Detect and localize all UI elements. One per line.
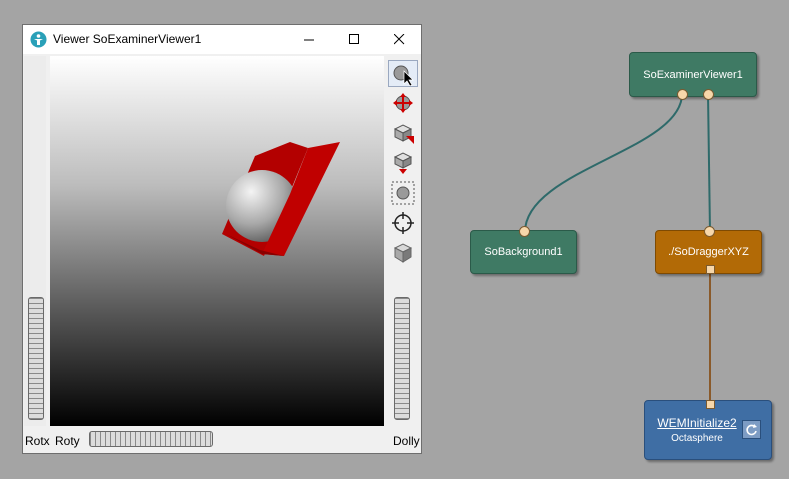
refresh-icon xyxy=(746,424,757,436)
node-label: SoBackground1 xyxy=(484,246,563,258)
viewer-input-port-2[interactable] xyxy=(703,89,714,100)
viewer-input-port-1[interactable] xyxy=(677,89,688,100)
dragger-input-port[interactable] xyxy=(706,265,715,274)
refresh-button[interactable] xyxy=(742,420,761,439)
node-sublabel: Octasphere xyxy=(671,433,723,444)
background-output-port[interactable] xyxy=(519,226,530,237)
wire-viewer-background xyxy=(524,93,683,233)
wire-viewer-dragger xyxy=(707,93,711,233)
node-weminitialize2[interactable]: WEMInitialize2 Octasphere xyxy=(644,400,772,460)
wem-output-port[interactable] xyxy=(706,400,715,409)
node-label: WEMInitialize2 xyxy=(657,416,737,430)
node-soexaminerviewer1[interactable]: SoExaminerViewer1 xyxy=(629,52,757,97)
node-label: ./SoDraggerXYZ xyxy=(668,246,749,258)
node-label: SoExaminerViewer1 xyxy=(643,68,743,81)
dragger-output-port[interactable] xyxy=(704,226,715,237)
